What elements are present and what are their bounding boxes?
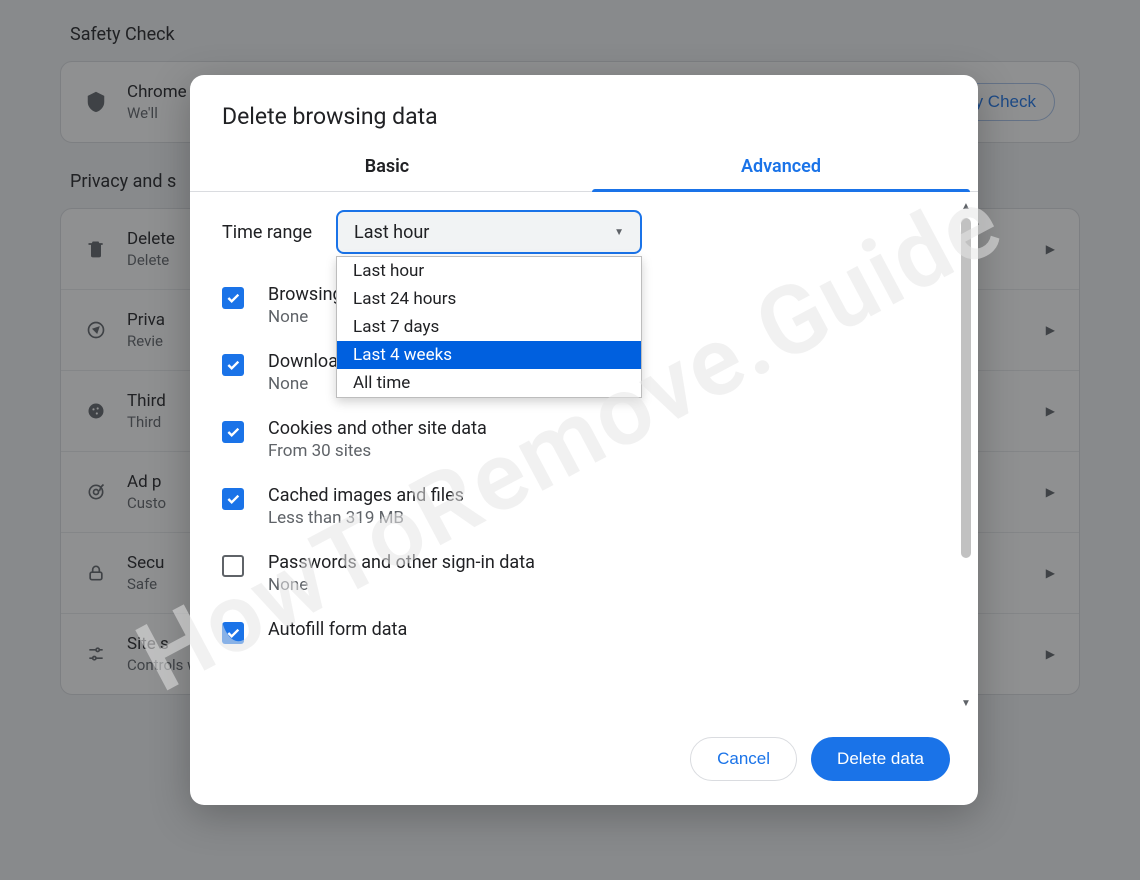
tab-basic[interactable]: Basic (190, 148, 584, 191)
cancel-button[interactable]: Cancel (690, 737, 797, 781)
data-type-title: Autofill form data (268, 619, 946, 640)
time-range-option[interactable]: Last 4 weeks (337, 341, 641, 369)
data-type-row-passwords: Passwords and other sign-in data None (218, 544, 950, 603)
data-type-row-autofill: Autofill form data (218, 611, 950, 652)
data-type-sub: From 30 sites (268, 441, 946, 461)
time-range-select[interactable]: Last hour ▼ (336, 210, 642, 254)
data-type-title: Passwords and other sign-in data (268, 552, 946, 573)
checkbox-passwords[interactable] (222, 555, 244, 577)
time-range-option[interactable]: All time (337, 369, 641, 397)
delete-browsing-data-dialog: Delete browsing data Basic Advanced Time… (190, 75, 978, 805)
data-type-title: Cookies and other site data (268, 418, 946, 439)
checkbox-download-history[interactable] (222, 354, 244, 376)
data-type-row-cache: Cached images and files Less than 319 MB (218, 477, 950, 536)
scrollbar-thumb[interactable] (961, 218, 971, 558)
checkbox-cookies[interactable] (222, 421, 244, 443)
delete-data-button[interactable]: Delete data (811, 737, 950, 781)
dialog-body: Time range Last hour ▼ Last hour Last 24… (190, 192, 978, 719)
time-range-option[interactable]: Last 24 hours (337, 285, 641, 313)
time-range-value: Last hour (354, 222, 429, 243)
chevron-down-icon: ▼ (614, 227, 624, 238)
data-type-title: Cached images and files (268, 485, 946, 506)
time-range-option[interactable]: Last hour (337, 257, 641, 285)
dialog-tabs: Basic Advanced (190, 148, 978, 192)
scroll-up-arrow-icon[interactable]: ▲ (958, 200, 974, 214)
tab-advanced[interactable]: Advanced (584, 148, 978, 191)
dialog-title: Delete browsing data (190, 75, 978, 148)
data-type-sub: Less than 319 MB (268, 508, 946, 528)
checkbox-browsing-history[interactable] (222, 287, 244, 309)
checkbox-autofill[interactable] (222, 622, 244, 644)
scrollbar[interactable]: ▲ ▼ (958, 200, 974, 711)
data-type-sub: None (268, 575, 946, 595)
time-range-dropdown: Last hour Last 24 hours Last 7 days Last… (336, 256, 642, 398)
dialog-footer: Cancel Delete data (190, 719, 978, 805)
data-type-row-cookies: Cookies and other site data From 30 site… (218, 410, 950, 469)
scroll-down-arrow-icon[interactable]: ▼ (958, 697, 974, 711)
checkbox-cache[interactable] (222, 488, 244, 510)
time-range-option[interactable]: Last 7 days (337, 313, 641, 341)
time-range-label: Time range (218, 222, 312, 243)
